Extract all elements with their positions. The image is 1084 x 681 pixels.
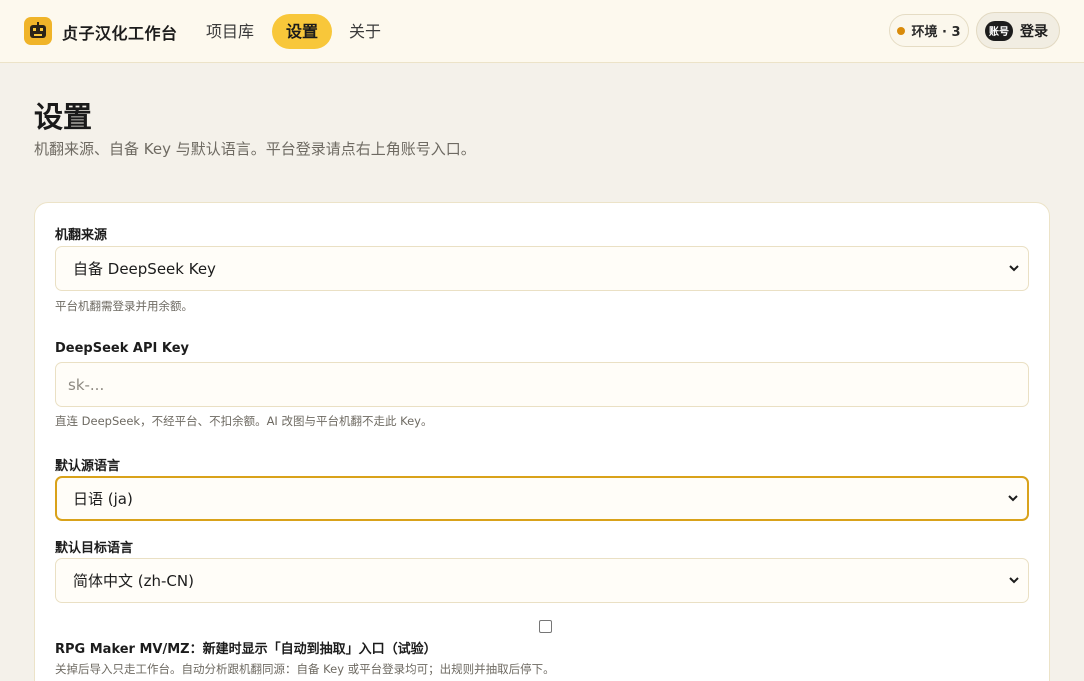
api-key-hint: 直连 DeepSeek，不经平台、不扣余额。AI 改图与平台机翻不走此 Key。 [55, 414, 433, 428]
environment-pill[interactable]: 环境 · 3 [889, 14, 969, 47]
mt-source-hint: 平台机翻需登录并用余额。 [55, 299, 193, 313]
mt-source-label: 机翻来源 [55, 228, 108, 243]
nav-about[interactable]: 关于 [335, 14, 395, 49]
chevron-down-icon [1009, 576, 1019, 583]
page-title: 设置 [34, 100, 93, 134]
page-description: 机翻来源、自备 Key 与默认语言。平台登录请点右上角账号入口。 [34, 140, 476, 158]
status-dot-icon [897, 26, 906, 35]
source-lang-value: 日语 (ja) [73, 490, 133, 508]
mt-source-value: 自备 DeepSeek Key [73, 260, 216, 278]
login-label: 登录 [1020, 23, 1048, 40]
source-lang-label: 默认源语言 [55, 459, 121, 474]
api-key-label: DeepSeek API Key [55, 341, 189, 356]
api-key-input[interactable]: sk-... [55, 362, 1029, 407]
chevron-down-icon [1009, 264, 1019, 271]
target-lang-value: 简体中文 (zh-CN) [73, 572, 194, 590]
logo-icon [24, 17, 52, 45]
source-lang-select[interactable]: 日语 (ja) [55, 476, 1029, 521]
mt-source-select[interactable]: 自备 DeepSeek Key [55, 246, 1029, 291]
chevron-down-icon [1008, 494, 1018, 501]
target-lang-label: 默认目标语言 [55, 541, 134, 556]
login-button[interactable]: 账号 登录 [976, 12, 1060, 49]
rpg-maker-label: RPG Maker MV/MZ：新建时显示「自动到抽取」入口（试验） [55, 642, 437, 657]
target-lang-select[interactable]: 简体中文 (zh-CN) [55, 558, 1029, 603]
brand-title: 贞子汉化工作台 [62, 24, 178, 43]
environment-label: 环境 · 3 [911, 25, 961, 40]
rpg-maker-checkbox[interactable] [539, 620, 552, 633]
nav-projects[interactable]: 项目库 [192, 14, 268, 49]
account-badge: 账号 [985, 20, 1013, 41]
rpg-maker-hint: 关掉后导入只走工作台。自动分析跟机翻同源：自备 Key 或平台登录均可；出规则并… [55, 662, 555, 676]
nav-settings[interactable]: 设置 [272, 14, 333, 49]
top-bar: 贞子汉化工作台 项目库 设置 关于 环境 · 3 账号 登录 [0, 0, 1084, 63]
api-key-placeholder: sk-... [68, 375, 105, 394]
